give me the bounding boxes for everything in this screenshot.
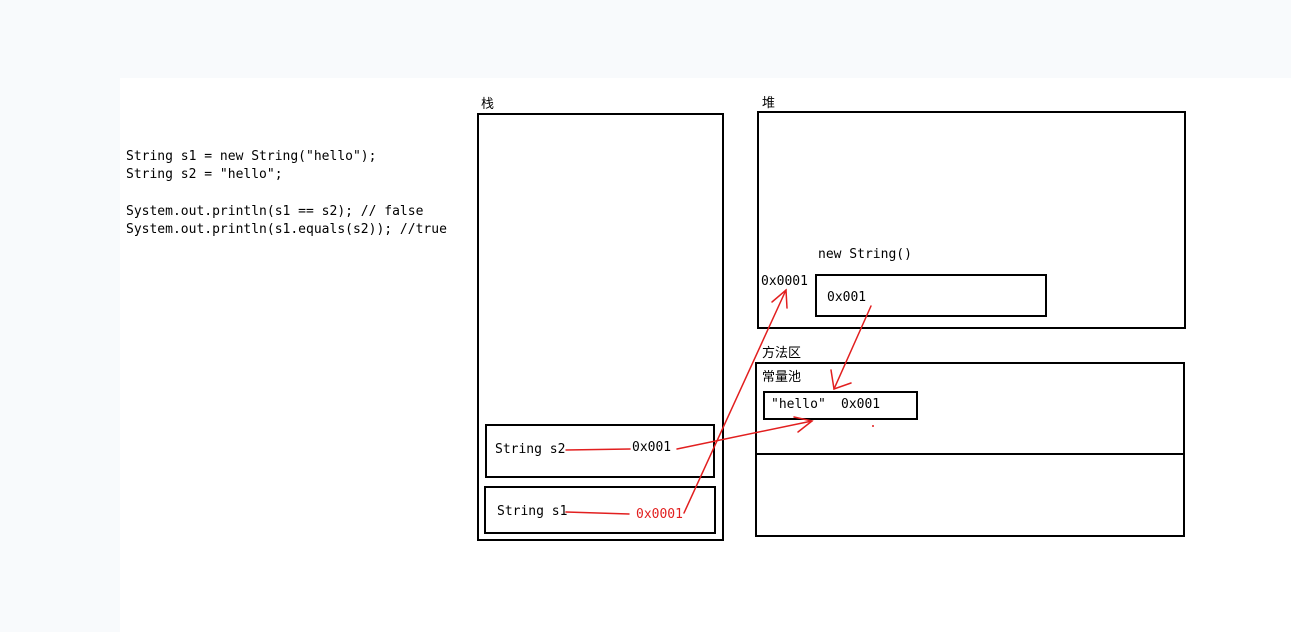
- stack-s2-value: 0x001: [632, 440, 672, 455]
- pool-address: 0x001: [841, 397, 881, 412]
- code-line-3: System.out.println(s1 == s2); // false: [126, 204, 424, 219]
- heap-object-value: 0x001: [827, 290, 867, 305]
- code-line-1: String s1 = new String("hello");: [126, 149, 377, 164]
- stack-s2-label: String s2: [495, 442, 566, 457]
- heap-object-label: new String(): [818, 247, 912, 262]
- method-area-box: [755, 362, 1185, 537]
- method-area-title: 方法区: [762, 346, 802, 361]
- stack-title: 栈: [481, 97, 495, 112]
- code-line-2: String s2 = "hello";: [126, 167, 283, 182]
- stack-s1-value: 0x0001: [636, 507, 683, 522]
- code-line-4: System.out.println(s1.equals(s2)); //tru…: [126, 222, 447, 237]
- constant-pool-divider: [757, 453, 1183, 455]
- pool-literal: "hello": [771, 397, 826, 412]
- heap-title: 堆: [762, 96, 776, 111]
- constant-pool-title: 常量池: [762, 370, 802, 385]
- stack-s1-label: String s1: [497, 504, 568, 519]
- heap-object-address: 0x0001: [761, 274, 808, 289]
